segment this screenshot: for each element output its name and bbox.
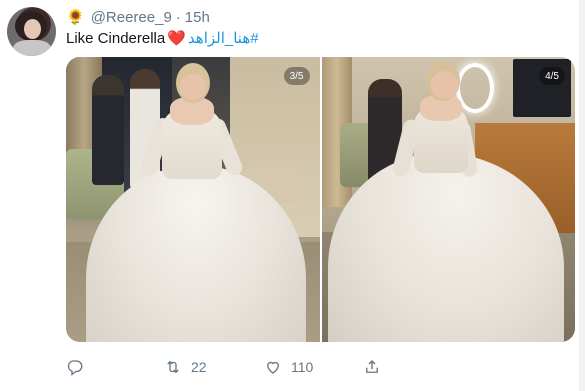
tweet-text: Like Cinderella ❤️ #هنا_الزاهد xyxy=(66,29,259,48)
scrollbar[interactable] xyxy=(579,0,585,391)
tweet-actions: 22 110 xyxy=(66,355,396,379)
tweet-card[interactable]: 🌻 @Reeree_9 · 15h Like Cinderella ❤️ #هن… xyxy=(0,0,585,391)
display-name-emoji[interactable]: 🌻 xyxy=(66,10,85,25)
avatar[interactable] xyxy=(7,7,56,56)
timestamp[interactable]: 15h xyxy=(185,9,210,26)
photo-person xyxy=(425,61,460,101)
avatar-face xyxy=(24,19,41,39)
photo-person xyxy=(92,75,124,185)
user-handle[interactable]: @Reeree_9 xyxy=(91,9,172,26)
heart-emoji: ❤️ xyxy=(167,29,186,47)
avatar-body xyxy=(13,40,51,56)
retweet-button[interactable]: 22 xyxy=(164,358,207,376)
reply-icon xyxy=(67,360,83,376)
photo-person xyxy=(176,63,210,103)
separator-dot: · xyxy=(175,8,181,26)
share-icon xyxy=(366,360,378,373)
reply-button[interactable] xyxy=(66,358,93,376)
like-button[interactable]: 110 xyxy=(264,358,313,376)
retweet-count: 22 xyxy=(191,359,207,375)
like-icon xyxy=(267,361,279,374)
hashtag-link[interactable]: #هنا_الزاهد xyxy=(188,29,259,47)
like-count: 110 xyxy=(291,359,314,375)
media-counter: 3/5 xyxy=(283,67,310,85)
share-button[interactable] xyxy=(363,358,381,376)
tweet-media: 3/5 4/5 xyxy=(66,57,575,342)
tweet-text-plain: Like Cinderella xyxy=(66,29,166,47)
tweet-photo-2[interactable]: 4/5 xyxy=(321,57,575,342)
media-counter: 4/5 xyxy=(539,67,565,85)
tweet-header: 🌻 @Reeree_9 · 15h xyxy=(66,8,210,26)
tweet-photo-1[interactable]: 3/5 xyxy=(66,57,320,342)
retweet-icon xyxy=(167,360,179,374)
